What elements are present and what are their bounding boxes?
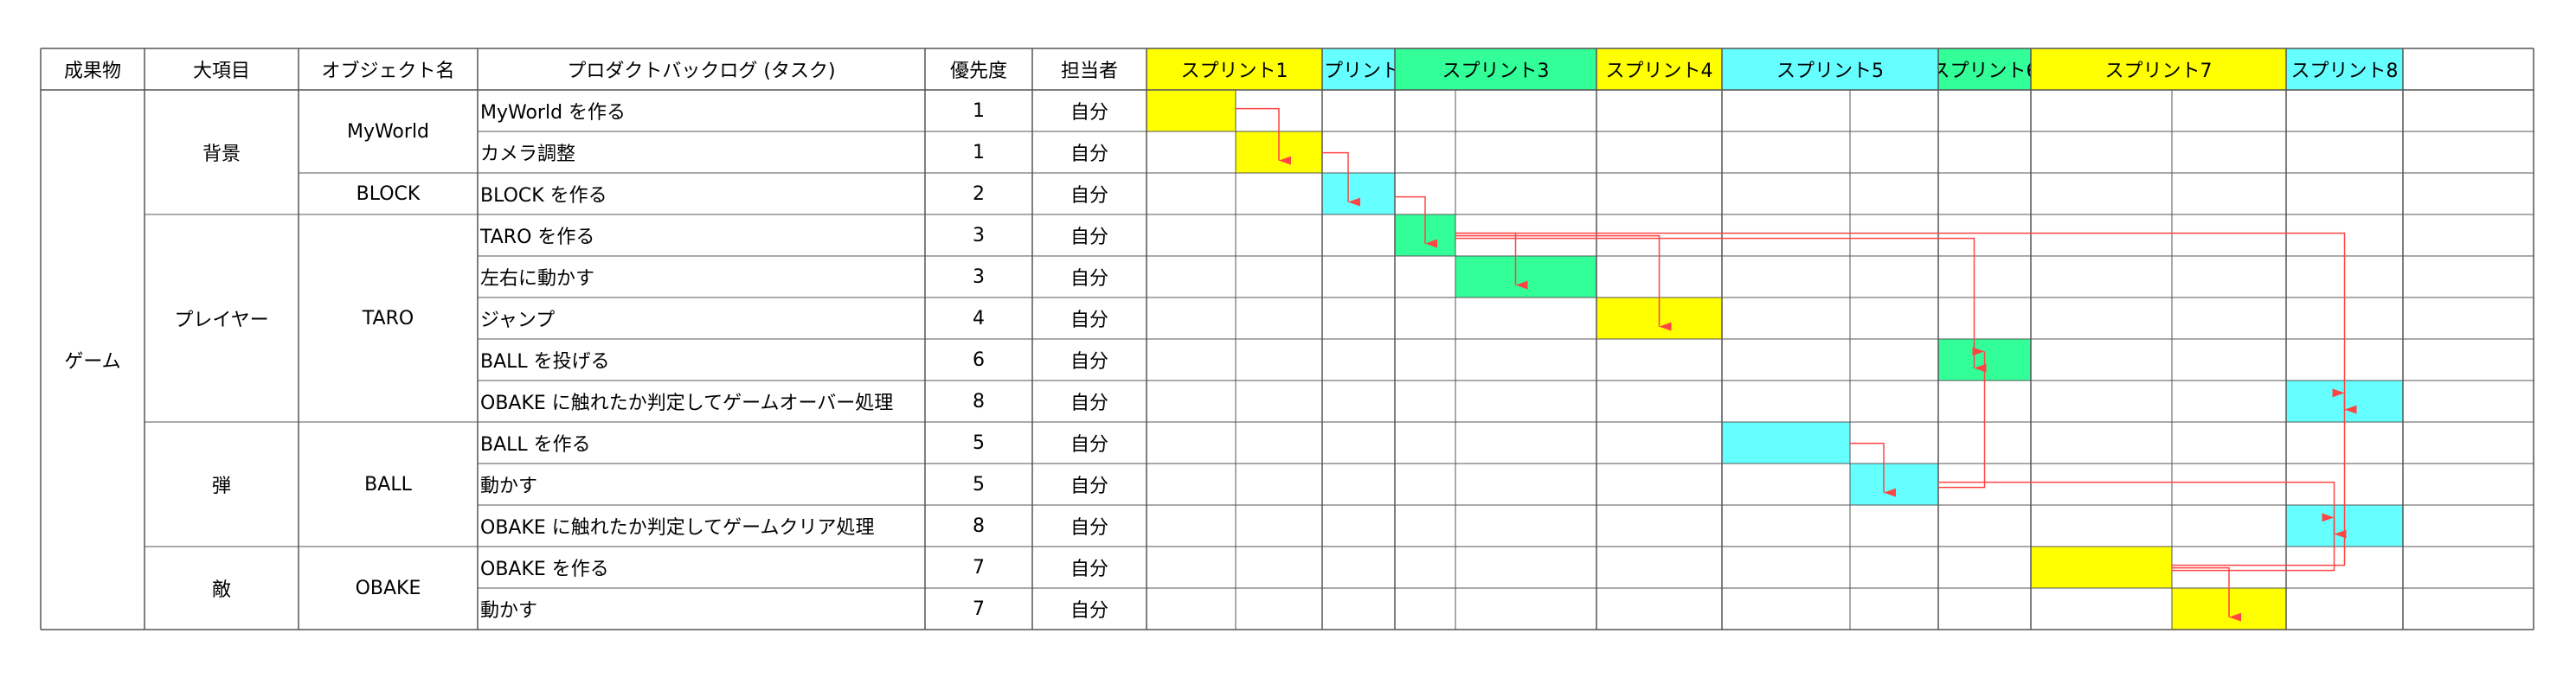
task-priority: 4	[973, 307, 985, 329]
header-priority: 優先度	[949, 61, 1007, 82]
header-owner: 担当者	[1060, 61, 1118, 82]
object-name: OBAKE	[355, 577, 421, 599]
header-category: 大項目	[192, 61, 250, 82]
header-sprint-7: スプリント7	[2031, 48, 2286, 90]
header-object: オブジェクト名	[321, 61, 455, 82]
task-priority: 8	[973, 515, 985, 537]
sprint-task-block	[1596, 297, 1722, 339]
sprint-task-block	[1722, 422, 1850, 464]
task-priority: 5	[973, 432, 985, 454]
task-priority: 2	[973, 182, 985, 205]
backlog-spreadsheet: 成果物 大項目 オブジェクト名 プロダクトバックログ (タスク) 優先度 担当者 スプリント…	[0, 0, 2576, 678]
task-owner: 自分	[1070, 476, 1108, 497]
task-name: ジャンプ	[480, 310, 556, 331]
task-name: 左右に動かす	[480, 268, 595, 290]
task-priority: 1	[973, 99, 985, 122]
category-name: プレイヤー	[174, 310, 269, 331]
task-name: 動かす	[480, 600, 538, 622]
task-name: OBAKE に触れたか判定してゲームクリア処理	[480, 517, 875, 539]
header-sprint-3: スプリント3	[1395, 48, 1596, 90]
object-name: BLOCK	[356, 182, 421, 205]
dependency-arrow	[1938, 481, 2347, 539]
task-priority: 7	[973, 598, 985, 620]
header-sprint-4: スプリント4	[1596, 48, 1722, 90]
header-task: プロダクトバックログ (タスク)	[567, 61, 836, 82]
task-owner: 自分	[1070, 268, 1108, 290]
task-name: TARO を作る	[480, 227, 595, 248]
task-name: BALL を作る	[480, 434, 591, 456]
task-name: MyWorld を作る	[480, 102, 626, 124]
category-name: 背景	[202, 144, 241, 165]
task-owner: 自分	[1070, 102, 1108, 124]
task-owner: 自分	[1070, 227, 1108, 248]
header-deliverable: 成果物	[63, 61, 121, 82]
sprint-task-block	[2172, 588, 2286, 630]
task-priority: 7	[973, 556, 985, 579]
category-name: 弾	[211, 476, 231, 497]
header-sprint-5: スプリント5	[1722, 48, 1938, 90]
object-name: BALL	[364, 473, 412, 496]
task-owner: 自分	[1070, 434, 1108, 456]
sprint-task-block	[1455, 256, 1596, 297]
header-sprint-8: スプリント8	[2286, 48, 2403, 90]
deliverable-cell: ゲーム	[64, 351, 121, 373]
task-owner: 自分	[1070, 517, 1108, 539]
sprint-task-block	[1850, 464, 1938, 505]
sprint-task-block	[1236, 131, 1322, 173]
sprint-task-block	[2286, 505, 2403, 547]
category-name: 敵	[211, 579, 231, 601]
task-owner: 自分	[1070, 351, 1108, 373]
task-owner: 自分	[1070, 559, 1108, 580]
task-owner: 自分	[1070, 600, 1108, 622]
task-priority: 3	[973, 265, 985, 288]
task-name: 動かす	[480, 476, 538, 497]
object-name: MyWorld	[346, 120, 430, 143]
task-priority: 1	[973, 141, 985, 163]
sprint-task-block	[1395, 214, 1455, 256]
task-name: BALL を投げる	[480, 351, 610, 373]
task-name: BLOCK を作る	[480, 185, 607, 207]
header-sprint-6: スプリント6	[1938, 48, 2031, 90]
task-priority: 8	[973, 390, 985, 413]
task-name: OBAKE を作る	[480, 559, 609, 580]
task-owner: 自分	[1070, 185, 1108, 207]
sprint-task-block	[2031, 547, 2172, 588]
task-priority: 5	[973, 473, 985, 496]
sprint-task-block	[2286, 381, 2403, 422]
header-sprint-2: スプリント2	[1322, 48, 1395, 90]
object-name: TARO	[362, 307, 414, 329]
task-owner: 自分	[1070, 144, 1108, 165]
task-name: カメラ調整	[480, 144, 576, 165]
task-priority: 6	[973, 349, 985, 371]
task-name: OBAKE に触れたか判定してゲームオーバー処理	[480, 393, 894, 414]
sprint-task-block	[1938, 339, 2031, 381]
task-priority: 3	[973, 224, 985, 246]
header-sprint-1: スプリント1	[1147, 48, 1322, 90]
task-owner: 自分	[1070, 393, 1108, 414]
sprint-task-block	[1147, 90, 1236, 131]
task-owner: 自分	[1070, 310, 1108, 331]
sprint-task-block	[1322, 173, 1395, 214]
